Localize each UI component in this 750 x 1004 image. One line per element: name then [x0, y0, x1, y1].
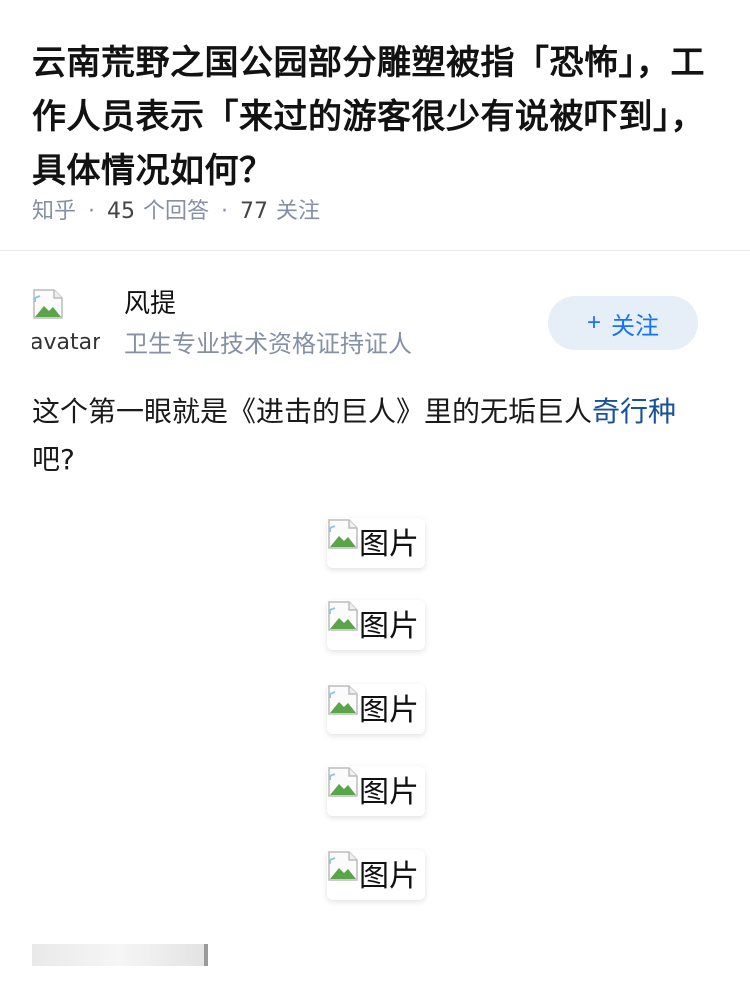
broken-image-icon — [327, 600, 359, 632]
image-alt-text: 图片 — [359, 859, 419, 894]
answer-image[interactable]: 图片 — [327, 850, 425, 900]
broken-image-icon — [32, 288, 64, 320]
plus-icon: + — [586, 309, 601, 336]
question-header: 云南荒野之国公园部分雕塑被指「恐怖」，工作人员表示「来过的游客很少有说被吓到」，… — [0, 0, 750, 251]
author-name[interactable]: 风提 — [124, 286, 176, 322]
answer-count: 45 — [107, 199, 136, 224]
follow-author-button[interactable]: + 关注 — [548, 296, 698, 350]
answer-count-label[interactable]: 个回答 — [143, 196, 209, 228]
answer-image[interactable]: 图片 — [327, 518, 425, 568]
source-label[interactable]: 知乎 — [32, 196, 76, 228]
image-alt-text: 图片 — [359, 693, 419, 728]
loading-placeholder — [32, 944, 208, 966]
image-alt-text: 图片 — [359, 527, 419, 562]
broken-image-icon — [327, 518, 359, 550]
avatar[interactable]: avatar — [32, 288, 100, 356]
image-alt-text: 图片 — [359, 609, 419, 644]
meta-separator: · — [88, 199, 96, 224]
answer-content: 这个第一眼就是《进击的巨人》里的无垢巨人奇行种吧? — [32, 388, 712, 484]
broken-image-icon — [327, 684, 359, 716]
question-meta: 知乎 · 45 个回答 · 77 关注 — [32, 196, 320, 228]
broken-image-icon — [327, 850, 359, 882]
answer-text-end: 吧? — [32, 443, 75, 476]
answer-image[interactable]: 图片 — [327, 766, 425, 816]
answer-link[interactable]: 奇行种 — [592, 395, 676, 428]
meta-separator: · — [221, 199, 229, 224]
avatar-alt-text: avatar — [32, 330, 100, 355]
answer-text: 这个第一眼就是《进击的巨人》里的无垢巨人 — [32, 395, 593, 428]
broken-image-icon — [327, 766, 359, 798]
image-alt-text: 图片 — [359, 775, 419, 810]
question-title[interactable]: 云南荒野之国公园部分雕塑被指「恐怖」，工作人员表示「来过的游客很少有说被吓到」，… — [32, 36, 722, 198]
answer-image[interactable]: 图片 — [327, 600, 425, 650]
follow-count: 77 — [240, 199, 269, 224]
follow-count-label[interactable]: 关注 — [276, 196, 320, 228]
answer-image[interactable]: 图片 — [327, 684, 425, 734]
follow-button-label: 关注 — [611, 312, 659, 340]
author-description: 卫生专业技术资格证持证人 — [124, 330, 412, 358]
